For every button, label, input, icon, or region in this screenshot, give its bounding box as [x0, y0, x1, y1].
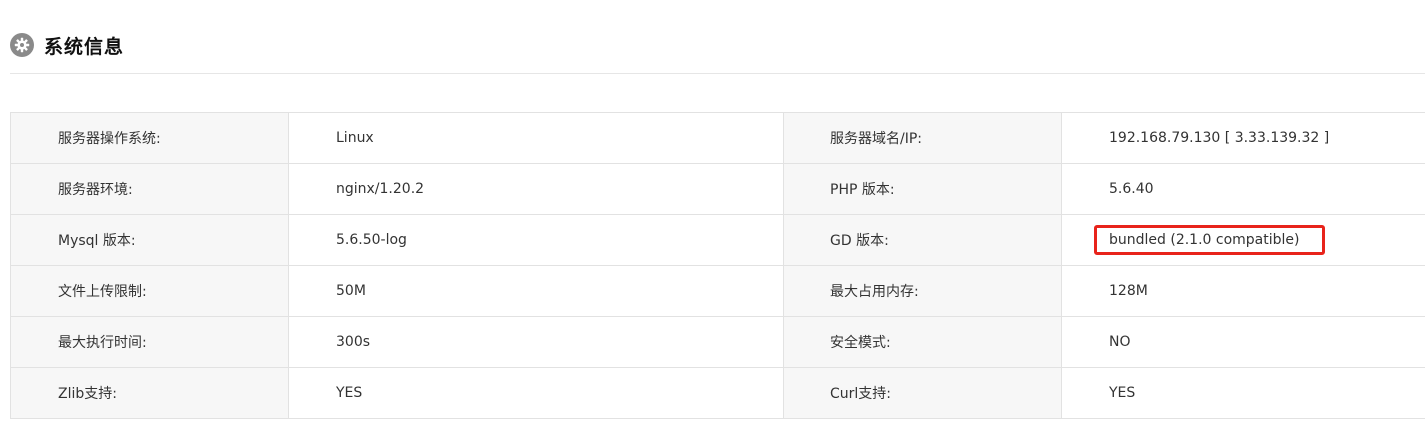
section-header: 系统信息 — [10, 30, 124, 60]
row-value: 128M — [1061, 265, 1425, 317]
row-label: Mysql 版本: — [10, 214, 289, 266]
row-label: 最大占用内存: — [783, 265, 1062, 317]
table-row: 最大执行时间: 300s 安全模式: NO — [10, 316, 1425, 368]
table-row: 文件上传限制: 50M 最大占用内存: 128M — [10, 265, 1425, 317]
highlight-box: bundled (2.1.0 compatible) — [1094, 225, 1325, 255]
table-row: Mysql 版本: 5.6.50-log GD 版本: bundled (2.1… — [10, 214, 1425, 266]
row-label: 安全模式: — [783, 316, 1062, 368]
row-value: YES — [288, 367, 784, 419]
row-value: 300s — [288, 316, 784, 368]
table-row: 服务器操作系统: Linux 服务器域名/IP: 192.168.79.130 … — [10, 112, 1425, 164]
page-title: 系统信息 — [44, 35, 125, 58]
row-label: PHP 版本: — [783, 163, 1062, 215]
row-value: nginx/1.20.2 — [288, 163, 784, 215]
row-value: 192.168.79.130 [ 3.33.139.32 ] — [1061, 112, 1425, 164]
table-row: 服务器环境: nginx/1.20.2 PHP 版本: 5.6.40 — [10, 163, 1425, 215]
gear-icon — [10, 33, 34, 57]
row-label: 最大执行时间: — [10, 316, 289, 368]
row-value: YES — [1061, 367, 1425, 419]
row-value: Linux — [288, 112, 784, 164]
row-value: bundled (2.1.0 compatible) — [1109, 232, 1300, 248]
row-value: 50M — [288, 265, 784, 317]
row-label: Zlib支持: — [10, 367, 289, 419]
row-label: 服务器域名/IP: — [783, 112, 1062, 164]
header-divider — [10, 73, 1425, 74]
system-info-table: 服务器操作系统: Linux 服务器域名/IP: 192.168.79.130 … — [10, 112, 1425, 419]
row-label: 服务器操作系统: — [10, 112, 289, 164]
row-value: 5.6.50-log — [288, 214, 784, 266]
row-label: 文件上传限制: — [10, 265, 289, 317]
row-value-cell: bundled (2.1.0 compatible) — [1061, 214, 1425, 266]
row-label: Curl支持: — [783, 367, 1062, 419]
row-value: NO — [1061, 316, 1425, 368]
row-label: 服务器环境: — [10, 163, 289, 215]
table-row: Zlib支持: YES Curl支持: YES — [10, 367, 1425, 419]
row-label: GD 版本: — [783, 214, 1062, 266]
row-value: 5.6.40 — [1061, 163, 1425, 215]
